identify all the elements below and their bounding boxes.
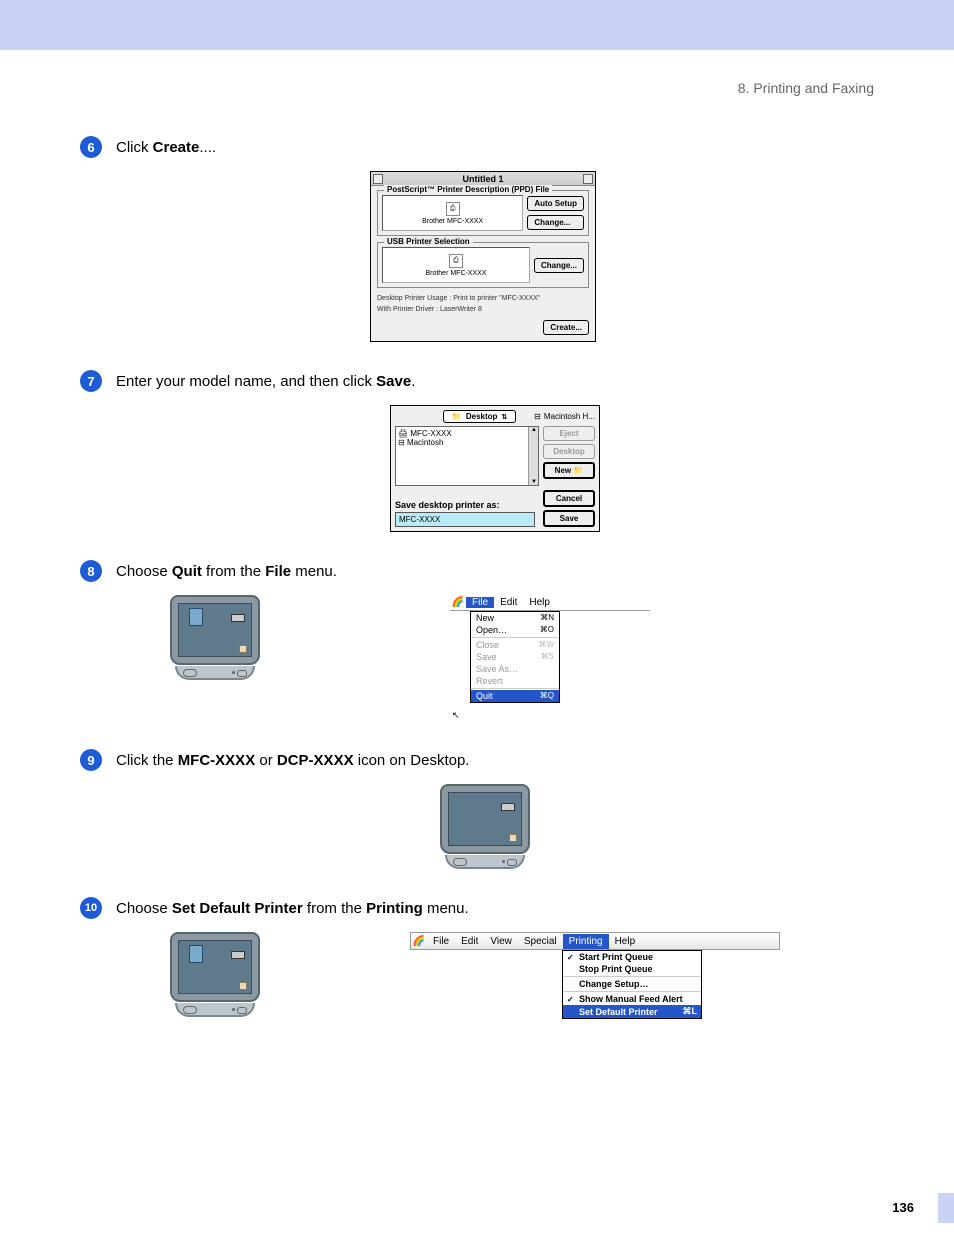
usb-preview: ⎙ Brother MFC-XXXX: [382, 247, 530, 283]
step-6: 6 Click Create....: [80, 136, 874, 159]
printing-menu-figure: 🌈 File Edit View Special Printing Help ✓…: [410, 932, 780, 1019]
printer-icon: ⎙: [446, 202, 460, 216]
step-text: Choose Quit from the File menu.: [116, 560, 337, 583]
printer-desktop-icon: [189, 945, 203, 963]
close-icon[interactable]: [373, 174, 383, 184]
drive-icon: [239, 982, 247, 990]
ppd-preview: ⎙ Brother MFC-XXXX: [382, 195, 523, 231]
step-bullet: 10: [80, 897, 102, 919]
printer-setup-dialog: Untitled 1 PostScript™ Printer Descripti…: [370, 171, 596, 342]
menuitem-new[interactable]: New⌘N: [471, 612, 559, 624]
step-text: Enter your model name, and then click Sa…: [116, 370, 415, 393]
list-item[interactable]: ⊟ Macintosh: [398, 438, 536, 447]
window-icon: [231, 614, 245, 622]
apple-menu-icon[interactable]: 🌈: [450, 597, 466, 608]
save-button[interactable]: Save: [543, 510, 595, 527]
menuitem-saveas: Save As…: [471, 663, 559, 675]
drive-icon: [239, 645, 247, 653]
drive-icon: [509, 834, 517, 842]
disk-icon: ⊟: [534, 412, 541, 421]
step-bullet: 9: [80, 749, 102, 771]
menu-help[interactable]: Help: [609, 936, 642, 947]
scrollbar[interactable]: [528, 427, 538, 485]
menuitem-revert: Revert: [471, 675, 559, 687]
disk-label: ⊟Macintosh H...: [534, 412, 595, 421]
menu-file[interactable]: File: [466, 597, 494, 608]
ppd-fieldset: PostScript™ Printer Description (PPD) Fi…: [377, 190, 589, 236]
menuitem-start-queue[interactable]: ✓Start Print Queue: [563, 951, 701, 963]
menu-view[interactable]: View: [484, 936, 518, 947]
menuitem-manual-feed[interactable]: ✓Show Manual Feed Alert: [563, 993, 701, 1005]
step-bullet: 7: [80, 370, 102, 392]
location-popup[interactable]: 📁Desktop: [443, 410, 516, 423]
desktop-button[interactable]: Desktop: [543, 444, 595, 459]
step-9: 9 Click the MFC-XXXX or DCP-XXXX icon on…: [80, 749, 874, 772]
menuitem-save: Save⌘S: [471, 651, 559, 663]
driver-line: With Printer Driver : LaserWriter 8: [377, 305, 589, 314]
auto-setup-button[interactable]: Auto Setup: [527, 196, 584, 211]
menu-special[interactable]: Special: [518, 936, 563, 947]
file-dropdown: New⌘N Open…⌘O Close⌘W Save⌘S Save As… Re…: [470, 611, 560, 703]
imac-illustration: [170, 595, 260, 721]
printing-dropdown: ✓Start Print Queue Stop Print Queue Chan…: [562, 950, 702, 1019]
save-as-label: Save desktop printer as:: [395, 500, 537, 510]
menuitem-quit[interactable]: Quit⌘Q: [471, 690, 559, 702]
save-dialog: 📁Desktop ⊟Macintosh H... 🖨 MFC-XXXX ⊟ Ma…: [390, 405, 600, 532]
step-text: Choose Set Default Printer from the Prin…: [116, 897, 469, 920]
dialog-titlebar: Untitled 1: [371, 172, 595, 186]
cancel-button[interactable]: Cancel: [543, 490, 595, 507]
step-bullet: 8: [80, 560, 102, 582]
file-menu-figure: 🌈 File Edit Help New⌘N Open…⌘O Close⌘W S…: [450, 595, 650, 721]
eject-button[interactable]: Eject: [543, 426, 595, 441]
step-10: 10 Choose Set Default Printer from the P…: [80, 897, 874, 920]
window-icon: [231, 951, 245, 959]
menuitem-open[interactable]: Open…⌘O: [471, 624, 559, 636]
usb-fieldset: USB Printer Selection ⎙ Brother MFC-XXXX…: [377, 242, 589, 288]
menu-edit[interactable]: Edit: [494, 597, 523, 608]
printer-desktop-icon: [189, 608, 203, 626]
step-text: Click Create....: [116, 136, 216, 159]
new-folder-button[interactable]: New 📁: [543, 462, 595, 479]
cursor-icon: ↖: [452, 710, 460, 721]
imac-illustration: [170, 932, 260, 1019]
step-text: Click the MFC-XXXX or DCP-XXXX icon on D…: [116, 749, 469, 772]
list-item[interactable]: 🖨 MFC-XXXX: [398, 429, 536, 438]
menuitem-stop-queue[interactable]: Stop Print Queue: [563, 963, 701, 975]
top-banner: [0, 0, 954, 50]
usage-line: Desktop Printer Usage : Print to printer…: [377, 294, 589, 303]
step-8: 8 Choose Quit from the File menu.: [80, 560, 874, 583]
change-ppd-button[interactable]: Change...: [527, 215, 584, 230]
step-bullet: 6: [80, 136, 102, 158]
menubar: 🌈 File Edit Help: [450, 595, 650, 611]
menu-help[interactable]: Help: [523, 597, 556, 608]
change-usb-button[interactable]: Change...: [534, 258, 584, 273]
zoom-icon[interactable]: [583, 174, 593, 184]
file-list[interactable]: 🖨 MFC-XXXX ⊟ Macintosh: [395, 426, 539, 486]
menu-edit[interactable]: Edit: [455, 936, 484, 947]
imac-illustration: [440, 784, 530, 869]
breadcrumb: 8. Printing and Faxing: [80, 80, 874, 96]
page-tab: [938, 1193, 954, 1223]
step-7: 7 Enter your model name, and then click …: [80, 370, 874, 393]
window-icon: [501, 803, 515, 811]
page-number: 136: [892, 1200, 914, 1215]
menubar: 🌈 File Edit View Special Printing Help: [410, 932, 780, 950]
apple-menu-icon[interactable]: 🌈: [411, 936, 427, 947]
menu-printing[interactable]: Printing: [563, 934, 609, 949]
menu-file[interactable]: File: [427, 936, 455, 947]
menuitem-change-setup[interactable]: Change Setup…: [563, 978, 701, 990]
save-filename-input[interactable]: MFC-XXXX: [395, 512, 535, 527]
menuitem-set-default[interactable]: Set Default Printer⌘L: [563, 1005, 701, 1018]
printer-icon: ⎙: [449, 254, 463, 268]
create-button[interactable]: Create...: [543, 320, 589, 335]
menuitem-close: Close⌘W: [471, 639, 559, 651]
folder-icon: 📁: [573, 466, 583, 475]
